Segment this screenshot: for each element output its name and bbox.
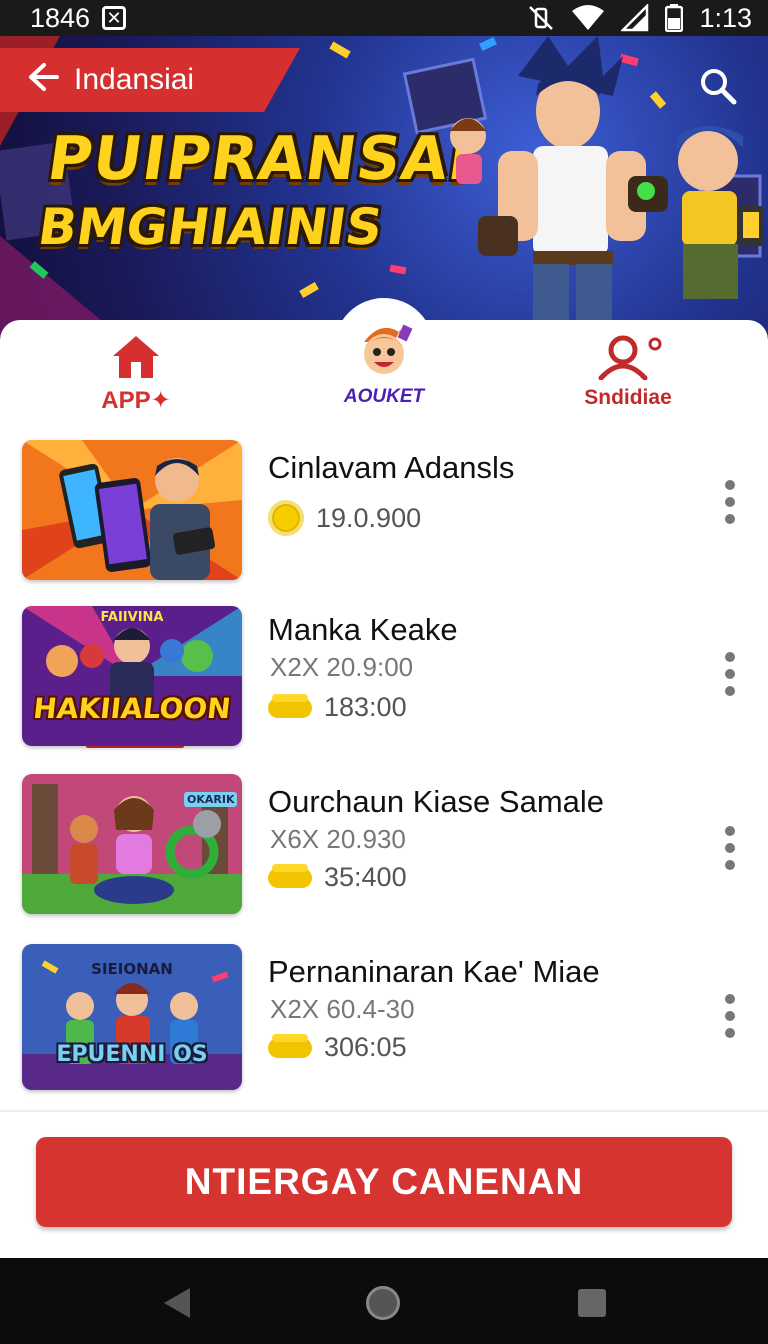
item-coin-value: 183:00 [324,692,407,722]
nav-recent-icon[interactable] [578,1289,606,1317]
battery-icon [665,4,684,32]
item-coin-value: 19.0.900 [316,502,422,533]
nav-back-icon[interactable] [162,1286,192,1320]
item-coins: 183:00 [268,692,407,723]
tab-app-label: APP✦ [101,386,170,415]
arrow-left-icon [26,60,60,100]
list-item[interactable]: OKARIK Ourchaun Kiase Samale X6X 20.930 … [0,774,768,920]
hero-title-line2: BMGHIAINIS [34,198,387,256]
thumb-title-art: EPUENNI OS [56,1042,208,1067]
item-title: Ourchaun Kiase Samale [268,784,605,819]
tab-app-text: APP [101,387,151,414]
coin-stack-icon [268,1033,312,1058]
more-options-button[interactable] [722,826,738,870]
home-icon [111,330,161,380]
more-options-button[interactable] [722,652,738,696]
item-meta: X2X 20.9:00 [270,652,414,682]
back-button[interactable]: Indansiai [0,48,300,112]
thumb-subtext: SIEIONAN [91,960,173,978]
primary-action-button[interactable]: NTIERGAY CANENAN [36,1137,732,1227]
thumb-title-art: HAKIIALOON [31,692,233,725]
thumb-subtext: FAIIVINA [100,610,164,625]
tab-bar: APP✦ AOUKET Sndidiae [0,324,768,748]
coin-round-icon [268,500,304,536]
item-thumbnail: SIEIONAN EPUENNI OS [22,944,242,1090]
status-left: 1846 ✕ [30,2,127,34]
list-item[interactable]: Cinlavam Adansls 19.0.900 [0,440,768,586]
sparkle-icon: ✦ [150,387,171,414]
item-thumbnail: OKARIK [22,774,242,914]
hero-title-line1: PUIPRANSAI [43,124,478,194]
item-coin-value: 35:400 [324,862,407,892]
back-label: Indansiai [74,63,195,96]
item-coins: 35:400 [268,862,407,893]
status-right: 1:13 [527,3,752,34]
tab-app[interactable]: APP✦ [84,330,188,422]
coin-stack-icon [268,693,312,718]
item-title: Cinlavam Adansls [268,450,515,485]
list-item[interactable]: FAIIVINA HAKIIALOON Manka Keake X2X 20.9… [0,606,768,752]
status-bar: 1846 ✕ 1:13 [0,0,768,36]
tab-sndidiae-label: Sndidiae [584,386,672,409]
item-thumbnail: FAIIVINA HAKIIALOON [22,606,242,746]
signal-icon [621,4,649,32]
nav-home-icon[interactable] [366,1286,400,1320]
item-title: Pernaninaran Kae' Miae [268,954,600,989]
item-coin-value: 306:05 [324,1032,407,1062]
tab-aouket[interactable]: AOUKET [330,324,438,422]
hero-banner: Indansiai PUIPRANSAI BMGHIAINIS [0,36,768,336]
user-icon [593,330,663,380]
status-time: 1:13 [699,2,752,33]
thumb-badge: OKARIK [184,792,238,807]
item-meta: X6X 20.930 [270,824,406,854]
notification-icon: ✕ [102,6,127,30]
status-number: 1846 [30,2,91,33]
list-item[interactable]: SIEIONAN EPUENNI OS Pernaninaran Kae' Mi… [0,944,768,1090]
vibrate-off-icon [529,6,554,30]
tab-aouket-label: AOUKET [343,386,425,407]
hero-characters-image [450,36,764,336]
item-meta: X2X 60.4-30 [270,994,415,1024]
wifi-icon [572,5,605,30]
mascot-icon [354,324,414,380]
system-nav-bar [0,1258,768,1344]
more-options-button[interactable] [722,994,738,1038]
item-coins: 19.0.900 [268,500,421,536]
item-coins: 306:05 [268,1032,407,1063]
tab-sndidiae[interactable]: Sndidiae [576,330,680,422]
coin-stack-icon [268,863,312,888]
more-options-button[interactable] [722,480,738,524]
item-title: Manka Keake [268,612,458,647]
hero-title: PUIPRANSAI BMGHIAINIS [35,124,477,256]
item-thumbnail [22,440,242,580]
